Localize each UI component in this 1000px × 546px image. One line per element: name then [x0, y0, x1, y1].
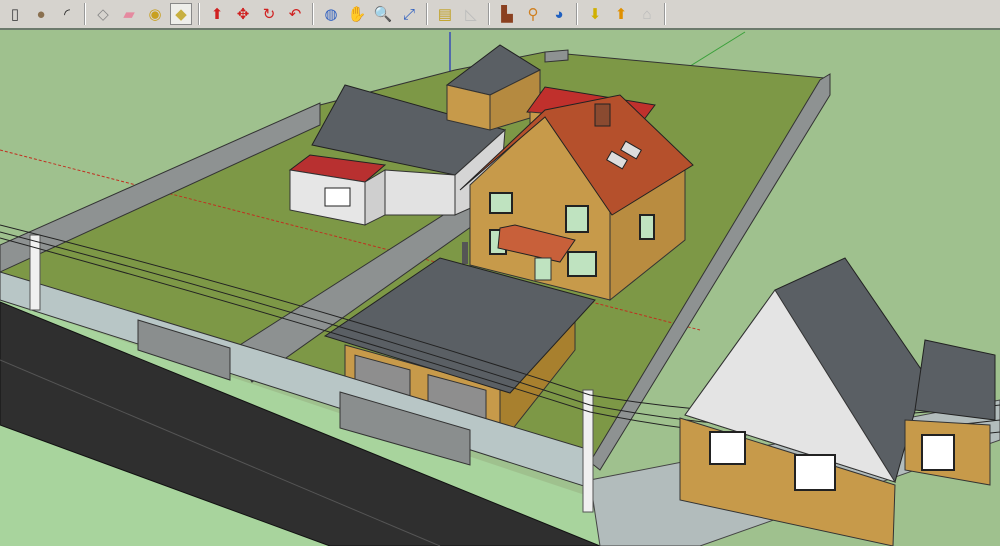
utility-pole [582, 389, 594, 513]
move-icon: ✥ [236, 5, 250, 23]
google-earth-icon: ◕ [554, 5, 564, 23]
pan-hand-icon: ✋ [347, 5, 367, 23]
neighbor-annex-roof [914, 339, 996, 421]
paint-bucket-button[interactable]: ◆ [170, 3, 192, 25]
circle-icon: ● [36, 5, 46, 23]
chimney [594, 103, 611, 127]
push-pull-button[interactable]: ⬆ [206, 3, 228, 25]
back-wall [544, 49, 569, 63]
toolbar-separator [84, 3, 86, 25]
paint-bucket-icon: ◆ [175, 5, 187, 23]
window [324, 187, 351, 207]
3d-viewport[interactable] [0, 30, 1000, 546]
zoom-extents-button[interactable]: ⤢ [398, 3, 420, 25]
share-component-icon: ⌂ [642, 5, 652, 23]
window [565, 205, 589, 233]
arc-icon: ◜ [64, 5, 70, 23]
toggle-terrain-button[interactable]: ◺ [460, 3, 482, 25]
get-current-view-button[interactable]: ▤ [434, 3, 456, 25]
window [489, 192, 513, 214]
make-component-button[interactable]: ◇ [92, 3, 114, 25]
arc-button[interactable]: ◜ [56, 3, 78, 25]
get-models-icon: ⬇ [588, 5, 602, 23]
google-earth-button[interactable]: ◕ [548, 3, 570, 25]
toolbar-separator [426, 3, 428, 25]
pan-hand-button[interactable]: ✋ [346, 3, 368, 25]
add-location-icon: ▙ [501, 5, 513, 23]
toggle-terrain-icon: ◺ [465, 5, 477, 23]
share-model-button[interactable]: ⬆ [610, 3, 632, 25]
rectangle-icon: ▯ [10, 5, 20, 23]
toolbar-separator [664, 3, 666, 25]
orbit-button[interactable]: ◍ [320, 3, 342, 25]
zoom-icon: 🔍 [373, 5, 393, 23]
toolbar-separator [576, 3, 578, 25]
share-component-button[interactable]: ⌂ [636, 3, 658, 25]
window [639, 214, 655, 240]
share-model-icon: ⬆ [614, 5, 628, 23]
place-model-button[interactable]: ⚲ [522, 3, 544, 25]
add-location-button[interactable]: ▙ [496, 3, 518, 25]
window [921, 434, 955, 471]
tape-measure-button[interactable]: ◉ [144, 3, 166, 25]
zoom-button[interactable]: 🔍 [372, 3, 394, 25]
window [567, 251, 597, 277]
toolbar-separator [312, 3, 314, 25]
push-pull-icon: ⬆ [210, 5, 224, 23]
orbit-icon: ◍ [324, 5, 338, 23]
rectangle-button[interactable]: ▯ [4, 3, 26, 25]
place-model-icon: ⚲ [527, 5, 539, 23]
toolbar-separator [488, 3, 490, 25]
left-house-wall [384, 169, 456, 216]
get-models-button[interactable]: ⬇ [584, 3, 606, 25]
sketchup-toolbar: ▯ ● ◜ ◇ ▰ ◉ ◆ ⬆ ✥ ↻ ↶ ◍ ✋ 🔍 ⤢ ▤ ◺ ▙ ⚲ ◕ ⬇ ⬆ ⌂ [0, 0, 1000, 30]
rotate-icon: ↻ [262, 5, 276, 23]
zoom-extents-icon: ⤢ [402, 5, 415, 23]
tape-measure-icon: ◉ [148, 5, 162, 23]
front-door [534, 257, 552, 281]
toolbar-separator [198, 3, 200, 25]
eraser-button[interactable]: ▰ [118, 3, 140, 25]
rotate-button[interactable]: ↻ [258, 3, 280, 25]
circle-button[interactable]: ● [30, 3, 52, 25]
window [709, 431, 746, 465]
offset-button[interactable]: ↶ [284, 3, 306, 25]
window [794, 454, 836, 491]
get-current-view-icon: ▤ [437, 5, 453, 23]
person-figure [462, 242, 468, 264]
eraser-icon: ▰ [123, 5, 135, 23]
offset-icon: ↶ [288, 5, 302, 23]
make-component-icon: ◇ [97, 5, 109, 23]
move-button[interactable]: ✥ [232, 3, 254, 25]
